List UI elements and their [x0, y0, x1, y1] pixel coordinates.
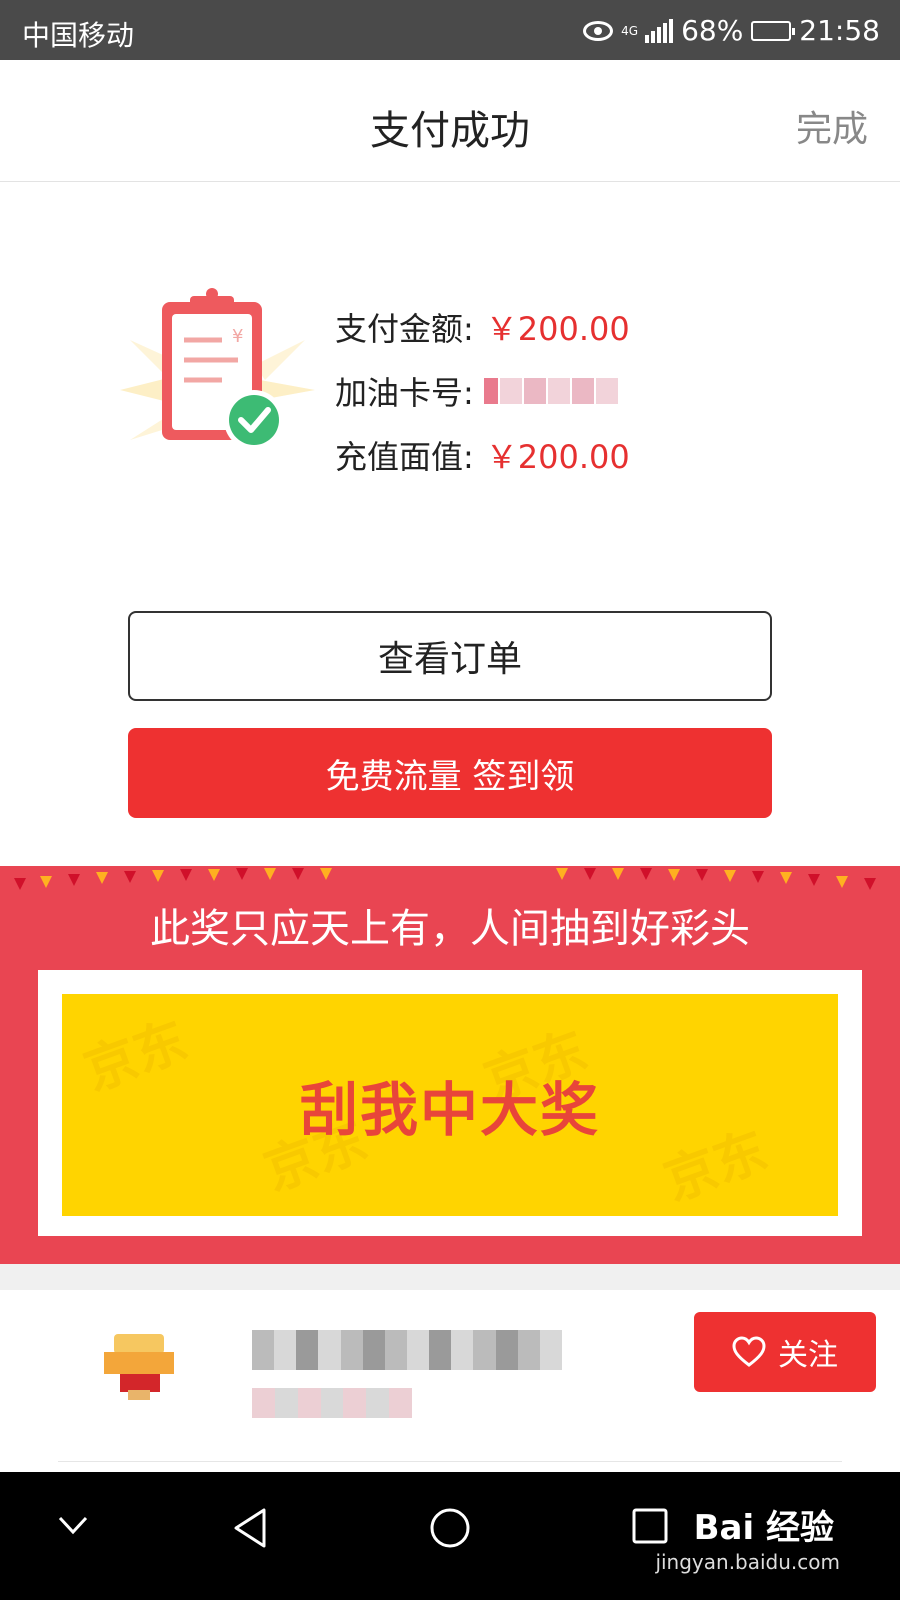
battery-percent: 68% [681, 14, 744, 47]
shop-logo [104, 1332, 174, 1402]
face-value-label: 充值面值: [335, 438, 474, 476]
clock: 21:58 [799, 14, 880, 47]
follow-label: 关注 [778, 1338, 838, 1373]
scratch-area[interactable]: 京东 京东 京东 京东 刮我中大奖 [62, 994, 838, 1216]
system-nav-bar: Bai 经验 jingyan.baidu.com [0, 1472, 900, 1600]
face-value: ￥200.00 [485, 438, 630, 476]
payment-info: 支付金额: ￥200.00 加油卡号: 充值面值: ￥200.00 [335, 295, 634, 487]
network-type: 4G [621, 23, 638, 38]
done-button[interactable]: 完成 [796, 100, 868, 152]
view-order-button[interactable]: 查看订单 [128, 611, 772, 701]
card-row: 加油卡号: [335, 359, 634, 423]
section-gap [0, 1264, 900, 1290]
nav-bar: 支付成功 完成 [0, 60, 900, 182]
shop-subtitle-blurred [252, 1388, 413, 1418]
heart-icon [732, 1336, 766, 1367]
amount-label: 支付金额: [335, 310, 474, 348]
baidu-jingyan-logo: Bai 经验 [693, 1508, 834, 1548]
jd-watermark: 京东 [656, 1120, 776, 1213]
check-badge [229, 395, 279, 445]
shop-name-blurred [252, 1330, 562, 1370]
masked-star [483, 378, 498, 404]
card-label: 加油卡号: [335, 374, 474, 412]
free-data-signin-button[interactable]: 免费流量 签到领 [128, 728, 772, 818]
lottery-banner: 此奖只应天上有，人间抽到好彩头 京东 京东 京东 京东 刮我中大奖 [0, 866, 900, 1264]
jd-watermark: 京东 [76, 1010, 196, 1103]
status-bar: 中国移动 4G 68% 21:58 [0, 0, 900, 60]
eye-comfort-icon [583, 20, 614, 41]
hide-nav-icon[interactable] [56, 1512, 90, 1538]
recent-apps-icon[interactable] [630, 1506, 670, 1546]
signal-icon [645, 18, 674, 43]
scratch-ticket: 京东 京东 京东 京东 刮我中大奖 [34, 970, 862, 1236]
page-title: 支付成功 [370, 108, 530, 154]
carrier-name: 中国移动 [22, 19, 135, 52]
card-number-masked [483, 374, 634, 408]
watermark-url: jingyan.baidu.com [655, 1550, 840, 1574]
promo-slogan: 此奖只应天上有，人间抽到好彩头 [150, 906, 750, 952]
status-icons: 4G 68% 21:58 [583, 14, 880, 47]
amount-value: ￥200.00 [485, 310, 630, 348]
follow-button[interactable]: 关注 [694, 1312, 876, 1392]
yen-glyph: ¥ [232, 326, 243, 347]
amount-row: 支付金额: ￥200.00 [335, 295, 634, 359]
shop-row: 关注 [0, 1290, 900, 1472]
battery-icon [751, 20, 796, 41]
pennant-decoration [14, 868, 876, 890]
clipboard-clip-ring [206, 288, 218, 300]
home-icon[interactable] [428, 1506, 472, 1550]
back-icon[interactable] [230, 1506, 270, 1550]
payment-success-icon: ¥ [120, 288, 315, 450]
scratch-prize-text: 刮我中大奖 [299, 1076, 600, 1144]
divider [58, 1461, 842, 1462]
face-value-row: 充值面值: ￥200.00 [335, 423, 634, 487]
